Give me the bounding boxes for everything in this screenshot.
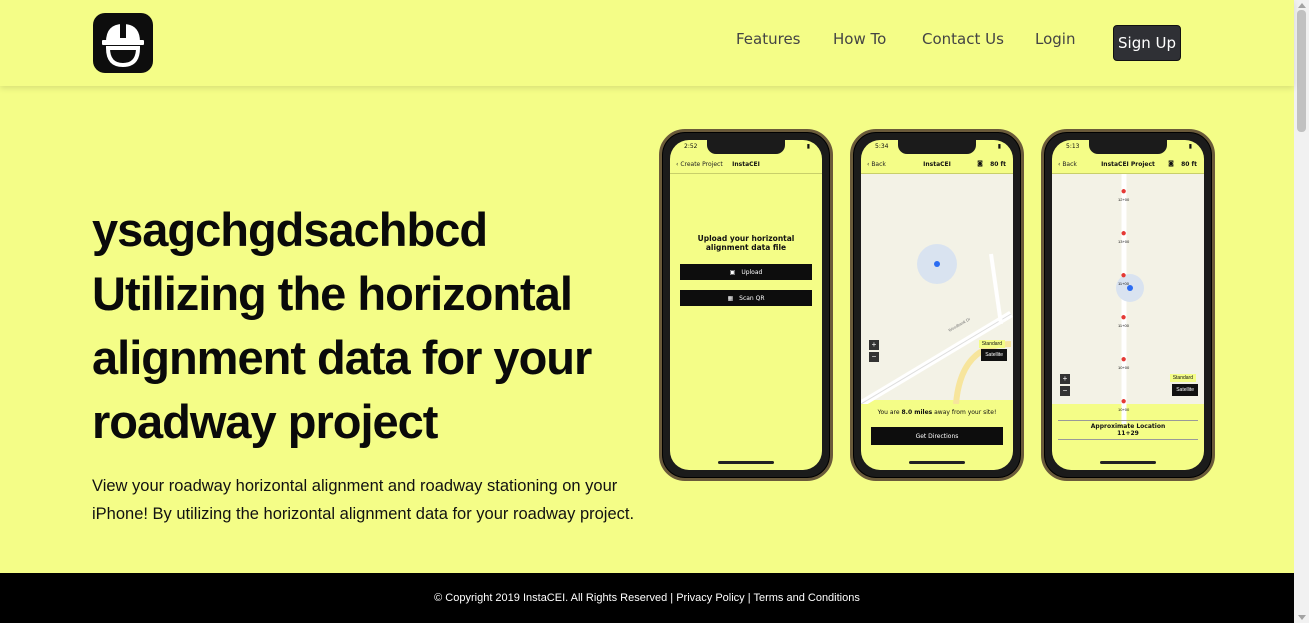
satellite-toggle: Satellite bbox=[1172, 384, 1198, 396]
battery-icon: ▮ bbox=[1188, 143, 1192, 150]
satellite-toggle: Satellite bbox=[981, 349, 1007, 361]
hero-title-line: roadway project bbox=[92, 395, 438, 448]
scale-label: 80 ft bbox=[1181, 161, 1197, 168]
home-indicator bbox=[718, 461, 774, 464]
station-label: 11+00 bbox=[1118, 281, 1129, 286]
approx-location-value: 11+29 bbox=[1117, 430, 1139, 437]
phone-notch bbox=[707, 140, 785, 154]
map-view: ● 12+00 ● 13+00 ● 11+00 ● 11+00 ● 10+00 ● 10+0… bbox=[1052, 174, 1204, 424]
phone-screen: 5:13 ▮ ‹ Back InstaCEI Project ◙ 80 ft ● 1… bbox=[1052, 140, 1204, 470]
phone-screen: 2:52 ▮ ‹ Create Project InstaCEI Upload y… bbox=[670, 140, 822, 470]
upload-heading: Upload your horizontal alignment data fi… bbox=[697, 234, 795, 252]
home-indicator bbox=[1100, 461, 1156, 464]
phone-mockup-project: 5:13 ▮ ‹ Back InstaCEI Project ◙ 80 ft ● 1… bbox=[1041, 129, 1215, 481]
hero-title-line: Utilizing the horizontal bbox=[92, 267, 573, 320]
station-label: 13+00 bbox=[1118, 239, 1130, 244]
standard-toggle: Standard bbox=[978, 340, 1005, 348]
station-marker: ● 13+00 bbox=[1118, 228, 1129, 244]
scan-label: Scan QR bbox=[739, 294, 765, 302]
upload-label: Upload bbox=[741, 268, 763, 276]
home-indicator bbox=[909, 461, 965, 464]
app-bar: ‹ Back InstaCEI Project ◙ 80 ft bbox=[1052, 157, 1204, 174]
status-time: 5:13 bbox=[1066, 143, 1080, 150]
phone-notch bbox=[1089, 140, 1167, 154]
zoom-out-icon: − bbox=[869, 352, 879, 362]
phone-screen: 5:34 ▮ ‹ Back InstaCEI ◙ 80 ft Woodbank D… bbox=[861, 140, 1013, 470]
map-pin-icon: ● bbox=[1120, 228, 1127, 239]
station-label: 12+00 bbox=[1118, 197, 1130, 202]
phone-mockup-directions: 5:34 ▮ ‹ Back InstaCEI ◙ 80 ft Woodbank D… bbox=[850, 129, 1024, 481]
signup-button[interactable]: Sign Up bbox=[1113, 25, 1181, 61]
nav-contact-us[interactable]: Contact Us bbox=[922, 30, 1004, 48]
nav-login[interactable]: Login bbox=[1035, 30, 1075, 48]
hardhat-face-icon bbox=[102, 22, 144, 68]
map-pin-icon: ● bbox=[1120, 270, 1127, 281]
station-marker: ● 11+00 bbox=[1118, 270, 1129, 286]
app-bar: ‹ Back InstaCEI ◙ 80 ft bbox=[861, 157, 1013, 174]
privacy-policy-link[interactable]: Privacy Policy bbox=[676, 592, 744, 604]
scroll-down-icon[interactable] bbox=[1298, 615, 1306, 620]
qr-icon: ▦ bbox=[727, 294, 734, 302]
distance-prefix: You are bbox=[877, 409, 902, 416]
station-label: 10+00 bbox=[1118, 407, 1130, 412]
station-marker: ● 12+00 bbox=[1118, 186, 1129, 202]
battery-icon: ▮ bbox=[997, 143, 1001, 150]
station-marker: ● 10+00 bbox=[1118, 354, 1129, 370]
map-pin-icon: ● bbox=[1120, 396, 1127, 407]
distance-value: 8.0 miles bbox=[901, 409, 933, 416]
site-footer: © Copyright 2019 InstaCEI. All Rights Re… bbox=[0, 573, 1294, 623]
camera-icon: ◙ bbox=[1168, 160, 1174, 167]
app-title: InstaCEI bbox=[732, 161, 760, 168]
hero-description: View your roadway horizontal alignment a… bbox=[92, 477, 635, 523]
map-pin-icon: ● bbox=[1120, 354, 1127, 365]
zoom-in-icon: + bbox=[869, 340, 879, 350]
zoom-in-icon: + bbox=[1060, 374, 1070, 384]
distance-suffix: away from your site! bbox=[932, 409, 997, 416]
upload-button: ▣ Upload bbox=[680, 264, 812, 280]
standard-toggle: Standard bbox=[1169, 374, 1196, 382]
map-pin-icon: ● bbox=[1120, 186, 1127, 197]
phone-notch bbox=[898, 140, 976, 154]
status-time: 5:34 bbox=[875, 143, 889, 150]
terms-link[interactable]: Terms and Conditions bbox=[753, 592, 859, 604]
station-label: 10+00 bbox=[1118, 365, 1130, 370]
hero-title-line: ysagchgdsachbcd bbox=[92, 203, 488, 256]
station-label: 11+00 bbox=[1118, 323, 1129, 328]
approx-location: Approximate Location 11+29 bbox=[1058, 420, 1198, 440]
copyright-text: © Copyright 2019 InstaCEI. All Rights Re… bbox=[434, 592, 677, 604]
scroll-thumb[interactable] bbox=[1297, 10, 1306, 132]
status-time: 2:52 bbox=[684, 143, 698, 150]
app-bar: ‹ Create Project InstaCEI bbox=[670, 157, 822, 174]
camera-icon: ◙ bbox=[977, 160, 983, 167]
map-pin-icon: ● bbox=[1120, 312, 1127, 323]
battery-icon: ▮ bbox=[806, 143, 810, 150]
scan-qr-button: ▦ Scan QR bbox=[680, 290, 812, 306]
phone-mockup-upload: 2:52 ▮ ‹ Create Project InstaCEI Upload y… bbox=[659, 129, 833, 481]
upload-icon: ▣ bbox=[729, 268, 736, 276]
scroll-up-icon[interactable] bbox=[1298, 3, 1306, 8]
nav-features[interactable]: Features bbox=[736, 30, 801, 48]
logo[interactable] bbox=[93, 13, 153, 73]
station-marker: ● 10+00 bbox=[1118, 396, 1129, 412]
map-roads bbox=[861, 244, 1013, 404]
map-view: Woodbank Dr + − Standard Satellite bbox=[861, 174, 1013, 404]
hero-title: ysagchgdsachbcd Utilizing the horizontal… bbox=[92, 198, 652, 454]
approx-location-label: Approximate Location bbox=[1090, 423, 1166, 430]
page-scrollbar[interactable] bbox=[1294, 0, 1309, 623]
zoom-out-icon: − bbox=[1060, 386, 1070, 396]
nav-how-to[interactable]: How To bbox=[833, 30, 886, 48]
get-directions-button: Get Directions bbox=[871, 427, 1003, 445]
hero-title-line: alignment data for your bbox=[92, 331, 592, 384]
site-header: Features How To Contact Us Login Sign Up bbox=[0, 0, 1294, 86]
scale-label: 80 ft bbox=[990, 161, 1006, 168]
distance-text: You are 8.0 miles away from your site! bbox=[861, 409, 1013, 416]
station-marker: ● 11+00 bbox=[1118, 312, 1129, 328]
